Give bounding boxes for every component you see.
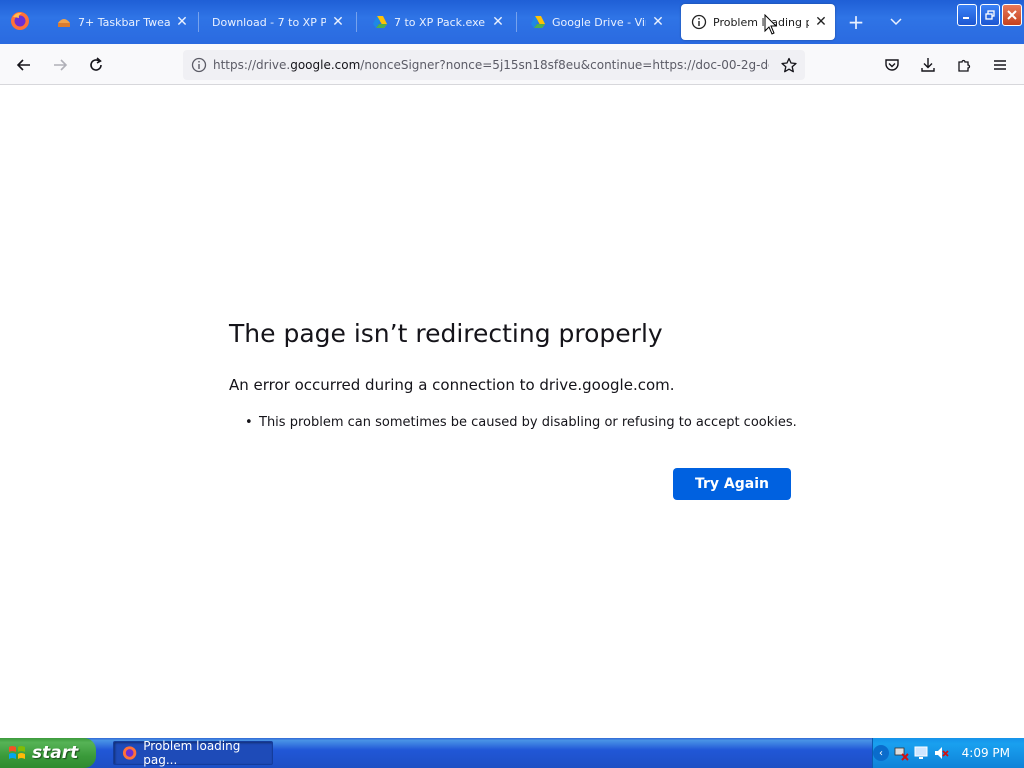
taskbar: start Problem loading pag... ‹ 4:09 PM	[0, 738, 1024, 768]
monitor-icon[interactable]	[913, 745, 929, 761]
volume-muted-icon[interactable]	[933, 745, 949, 761]
tab-separator	[516, 12, 517, 32]
tab-title: 7+ Taskbar Tweaker	[78, 15, 170, 29]
restore-button[interactable]	[980, 4, 1000, 26]
tab-download-xp-pack[interactable]: Download - 7 to XP Pack ✕	[202, 4, 352, 40]
tab-separator	[198, 12, 199, 32]
tab-title: Google Drive - Virus	[552, 15, 646, 29]
url-text[interactable]: https://drive.google.com/nonceSigner?non…	[213, 58, 769, 72]
bullet-icon: •	[245, 415, 253, 430]
windows-logo-icon	[9, 746, 25, 759]
start-button[interactable]: start	[0, 738, 96, 768]
tab-title: Problem loading page	[713, 15, 809, 29]
new-tab-button[interactable]: +	[844, 10, 868, 34]
error-bullet-item: This problem can sometimes be caused by …	[259, 415, 797, 430]
reload-icon	[90, 57, 102, 71]
network-disconnected-icon[interactable]	[893, 745, 909, 761]
hamburger-menu-icon	[994, 60, 1006, 70]
taskbar-item-firefox[interactable]: Problem loading pag...	[113, 739, 273, 767]
chevron-down-icon	[890, 18, 902, 26]
pocket-button[interactable]	[879, 52, 905, 78]
url-suffix: /nonceSigner?nonce=5j15sn18sf8eu&continu…	[360, 58, 769, 72]
google-drive-icon	[373, 16, 387, 28]
star-icon	[781, 57, 797, 73]
close-icon	[1007, 10, 1017, 20]
extensions-button[interactable]	[951, 52, 977, 78]
url-prefix: https://drive.	[213, 58, 291, 72]
restore-icon	[985, 10, 995, 20]
forward-arrow-icon	[54, 59, 68, 71]
firefox-logo-icon[interactable]	[10, 11, 30, 31]
close-tab-icon[interactable]: ✕	[490, 14, 506, 30]
tab-xp-pack-exe[interactable]: 7 to XP Pack.exe - G ✕	[362, 4, 512, 40]
downloads-button[interactable]	[915, 52, 941, 78]
pocket-icon	[885, 59, 899, 71]
reload-button[interactable]	[83, 52, 109, 78]
mouse-cursor-icon	[764, 14, 778, 35]
download-icon	[921, 58, 935, 72]
tab-problem-loading[interactable]: Problem loading page ✕	[681, 4, 835, 40]
forward-button[interactable]	[47, 52, 73, 78]
close-tab-icon[interactable]: ✕	[650, 14, 666, 30]
close-tab-icon[interactable]: ✕	[813, 14, 829, 30]
error-title: The page isn’t redirecting properly	[229, 319, 663, 348]
start-label: start	[32, 743, 79, 763]
taskbar-tweaker-icon	[58, 19, 70, 27]
tab-title: 7 to XP Pack.exe - G	[394, 15, 486, 29]
google-drive-icon	[531, 16, 545, 28]
back-arrow-icon	[16, 59, 30, 71]
close-window-button[interactable]	[1002, 4, 1022, 26]
info-icon	[191, 57, 207, 73]
tab-google-drive-virus[interactable]: Google Drive - Virus ✕	[520, 4, 672, 40]
clock[interactable]: 4:09 PM	[962, 746, 1010, 760]
tab-taskbar-tweaker[interactable]: 7+ Taskbar Tweaker ✕	[46, 4, 196, 40]
list-all-tabs-button[interactable]	[884, 10, 908, 34]
info-icon	[691, 14, 707, 30]
show-hidden-icons-button[interactable]: ‹	[873, 745, 889, 761]
close-tab-icon[interactable]: ✕	[330, 14, 346, 30]
address-bar[interactable]: https://drive.google.com/nonceSigner?non…	[183, 50, 805, 80]
tab-title: Download - 7 to XP Pack	[212, 15, 326, 29]
bookmark-star-button[interactable]	[777, 53, 801, 77]
site-info-button[interactable]	[185, 51, 213, 79]
tab-separator	[356, 12, 357, 32]
url-domain: google.com	[290, 58, 361, 72]
firefox-icon	[122, 746, 137, 760]
menu-button[interactable]	[987, 52, 1013, 78]
page-content: The page isn’t redirecting properly An e…	[0, 85, 1024, 738]
back-button[interactable]	[11, 52, 37, 78]
navigation-toolbar: https://drive.google.com/nonceSigner?non…	[0, 44, 1024, 85]
error-bullet-list: • This problem can sometimes be caused b…	[245, 415, 797, 430]
minimize-icon	[963, 17, 969, 19]
minimize-button[interactable]	[957, 4, 977, 26]
try-again-button[interactable]: Try Again	[673, 468, 791, 500]
error-description: An error occurred during a connection to…	[229, 376, 675, 394]
taskbar-item-label: Problem loading pag...	[143, 739, 241, 767]
close-tab-icon[interactable]: ✕	[174, 14, 190, 30]
puzzle-icon	[958, 59, 971, 72]
tab-strip: 7+ Taskbar Tweaker ✕ Download - 7 to XP …	[0, 0, 1024, 44]
system-tray: ‹ 4:09 PM	[872, 738, 1024, 768]
